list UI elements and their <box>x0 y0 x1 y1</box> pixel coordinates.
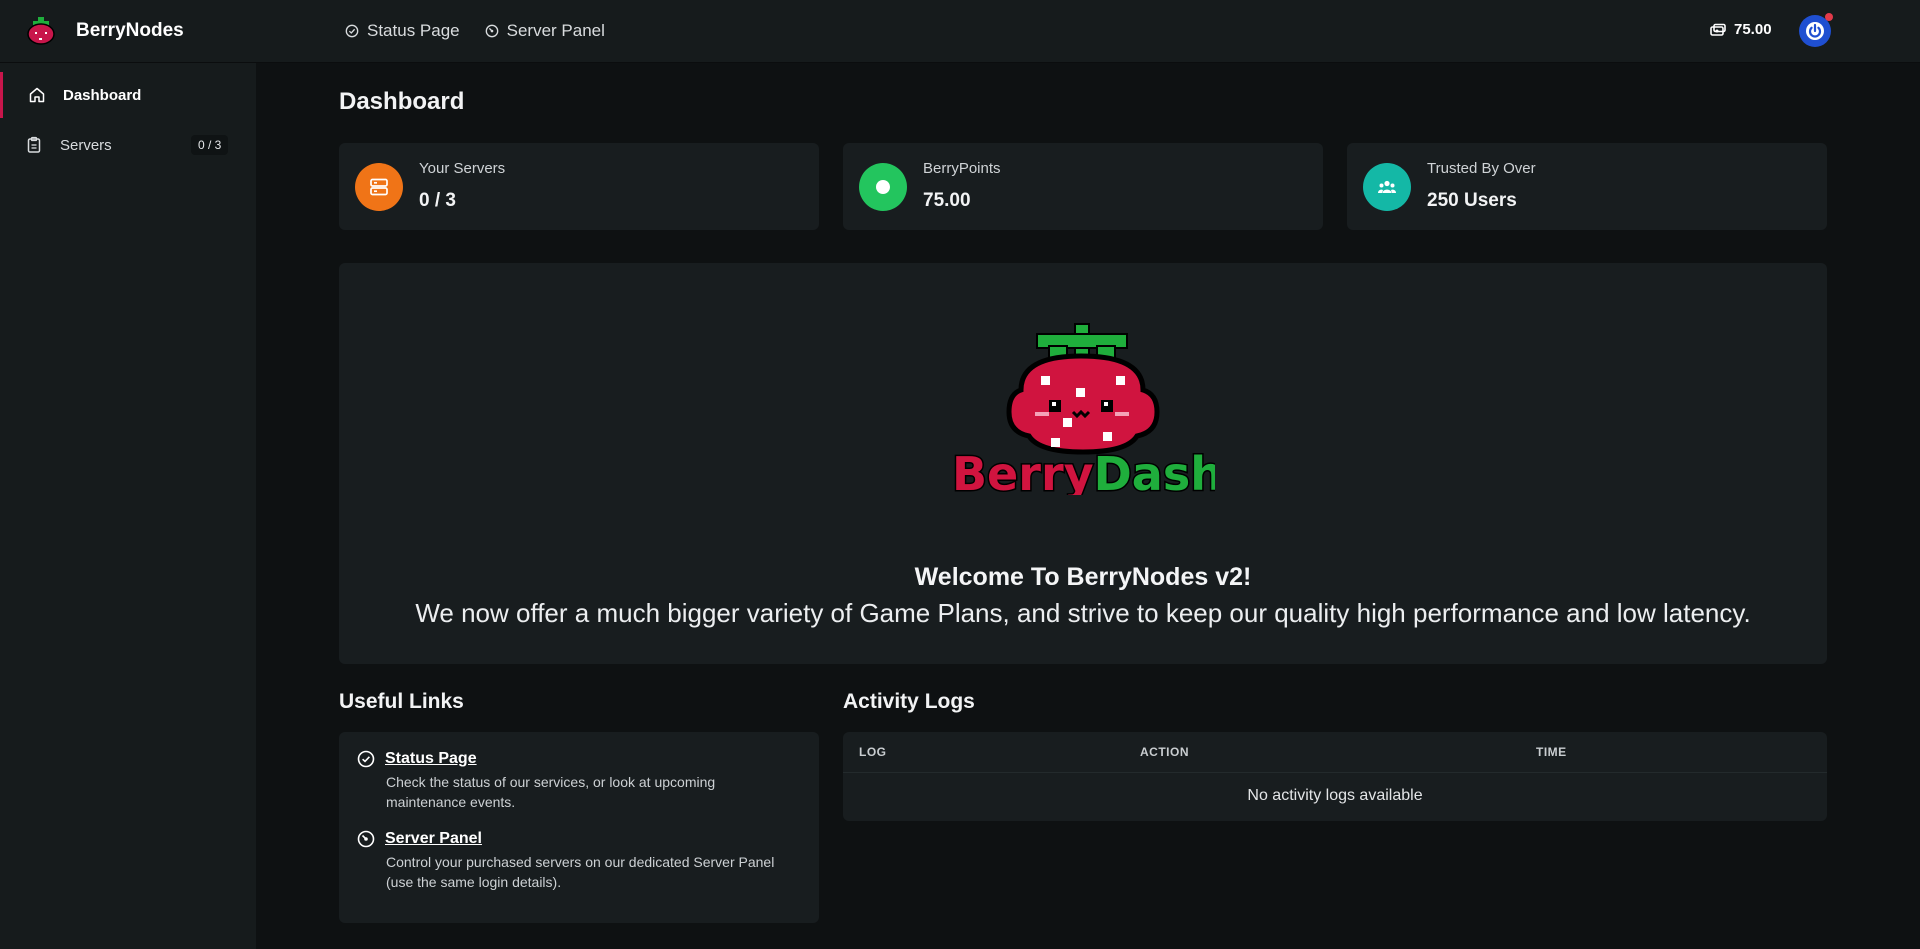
berry-logo-icon <box>27 17 55 45</box>
stat-label: Your Servers <box>419 160 506 177</box>
server-icon <box>355 163 403 211</box>
sidebar: Dashboard Servers 0 / 3 <box>0 63 256 949</box>
clipboard-icon <box>27 136 41 153</box>
link-description: Control your purchased servers on our de… <box>386 854 775 890</box>
activity-logs-table: LOG ACTION TIME No activity logs availab… <box>843 732 1827 821</box>
stat-label: BerryPoints <box>923 160 1001 177</box>
gauge-icon <box>485 24 498 38</box>
useful-links-title: Useful Links <box>339 690 464 713</box>
welcome-banner: BerryDash Welcome To BerryNodes v2! We n… <box>339 263 1827 664</box>
svg-text:BerryDash: BerryDash <box>952 447 1215 495</box>
welcome-heading: Welcome To BerryNodes v2! <box>914 563 1252 591</box>
stat-card-trusted: Trusted By Over 250 Users <box>1347 143 1827 230</box>
sidebar-item-label: Dashboard <box>63 86 142 104</box>
power-icon <box>1806 22 1824 40</box>
empty-state-message: No activity logs available <box>1247 787 1423 804</box>
stat-value: 0 / 3 <box>419 190 456 211</box>
topnav-server-panel[interactable]: Server Panel <box>485 21 605 41</box>
coins-icon <box>1710 23 1726 36</box>
sidebar-item-label: Servers <box>60 136 112 154</box>
stat-label: Trusted By Over <box>1427 160 1536 177</box>
sidebar-item-dashboard[interactable]: Dashboard <box>0 72 256 118</box>
stat-value: 250 Users <box>1427 190 1517 211</box>
notification-dot <box>1825 13 1833 21</box>
brand-name: BerryNodes <box>76 20 184 41</box>
berrydash-logo: BerryDash <box>951 323 1215 495</box>
check-circle-icon <box>345 24 359 38</box>
table-header: LOG ACTION TIME <box>843 732 1827 773</box>
status-page-link[interactable]: Status Page <box>385 750 477 768</box>
column-header-log: LOG <box>859 745 887 759</box>
link-item-server-panel: Server Panel Control your purchased serv… <box>357 830 797 892</box>
stat-value: 75.00 <box>923 190 971 211</box>
users-icon <box>1363 163 1411 211</box>
home-icon <box>29 87 45 103</box>
page-title: Dashboard <box>339 88 465 115</box>
check-circle-icon <box>357 750 375 768</box>
topnav-server-panel-label: Server Panel <box>506 21 605 40</box>
balance-display[interactable]: 75.00 <box>1710 21 1772 38</box>
topnav-status-page-label: Status Page <box>367 21 460 40</box>
balance-value: 75.00 <box>1734 21 1772 38</box>
column-header-time: TIME <box>1536 745 1567 759</box>
useful-links-card: Status Page Check the status of our serv… <box>339 732 819 923</box>
gauge-icon <box>357 830 375 848</box>
stat-card-servers: Your Servers 0 / 3 <box>339 143 819 230</box>
server-panel-link[interactable]: Server Panel <box>385 830 482 848</box>
activity-logs-title: Activity Logs <box>843 690 975 713</box>
column-header-action: ACTION <box>1140 745 1189 759</box>
top-nav: Status Page Server Panel <box>345 21 605 41</box>
sidebar-item-servers[interactable]: Servers 0 / 3 <box>0 122 256 168</box>
stat-card-berrypoints: BerryPoints 75.00 <box>843 143 1323 230</box>
topnav-status-page[interactable]: Status Page <box>345 21 460 41</box>
brand[interactable]: BerryNodes <box>26 17 184 45</box>
servers-count-badge: 0 / 3 <box>191 135 229 155</box>
link-item-status-page: Status Page Check the status of our serv… <box>357 750 797 812</box>
link-description: Check the status of our services, or loo… <box>386 774 716 810</box>
top-bar: BerryNodes Status Page Server Panel 75.0… <box>0 0 1920 63</box>
welcome-text: We now offer a much bigger variety of Ga… <box>415 598 1751 628</box>
dot-icon <box>859 163 907 211</box>
